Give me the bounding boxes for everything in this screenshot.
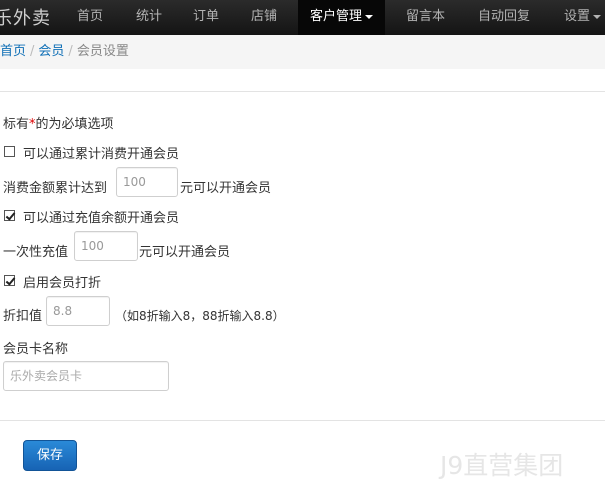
recharge-threshold-input[interactable] [74, 231, 138, 261]
discount-option-checkbox[interactable] [4, 275, 15, 286]
spend-threshold-suffix: 元可以开通会员 [180, 181, 272, 196]
content-top-strip [0, 69, 605, 91]
nav-store[interactable]: 店铺 [251, 0, 277, 35]
spend-threshold-prefix: 消费金额累计达到 [3, 181, 108, 196]
discount-option-label[interactable]: 启用会员打折 [23, 272, 101, 291]
spend-threshold-input[interactable] [116, 167, 178, 197]
card-name-input[interactable] [3, 361, 169, 391]
breadcrumb-current: 会员设置 [76, 44, 129, 59]
spend-option-label[interactable]: 可以通过累计消费开通会员 [23, 143, 179, 162]
breadcrumb: 首页 / 会员 / 会员设置 [0, 35, 605, 69]
nav-orders[interactable]: 订单 [193, 0, 219, 35]
nav-settings[interactable]: 设置 [564, 0, 602, 35]
nav-customer-management-label: 客户管理 [310, 9, 363, 24]
recharge-option-label[interactable]: 可以通过充值余额开通会员 [23, 207, 179, 226]
required-note: 标有*的为必填选项 [3, 113, 114, 132]
divider [0, 420, 605, 421]
save-button[interactable]: 保存 [23, 440, 77, 471]
recharge-threshold-prefix: 一次性充值 [3, 245, 69, 260]
nav-guestbook[interactable]: 留言本 [406, 0, 445, 35]
breadcrumb-separator: / [68, 44, 73, 59]
nav-auto-reply[interactable]: 自动回复 [478, 0, 530, 35]
nav-customer-management[interactable]: 客户管理 [298, 0, 386, 35]
nav-home[interactable]: 首页 [77, 0, 103, 35]
recharge-threshold-suffix: 元可以开通会员 [139, 245, 231, 260]
recharge-option-checkbox[interactable] [4, 210, 15, 221]
breadcrumb-home[interactable]: 首页 [0, 44, 26, 59]
top-navbar: 乐外卖 首页 统计 订单 店铺 客户管理 留言本 自动回复 设置 [0, 0, 605, 36]
watermark: J9直营集团 [440, 451, 564, 480]
chevron-down-icon [593, 14, 602, 19]
breadcrumb-separator: / [30, 44, 35, 59]
spend-option-checkbox[interactable] [4, 146, 15, 157]
divider [0, 91, 605, 92]
discount-value-input[interactable] [46, 296, 110, 326]
required-note-suffix: 的为必填选项 [35, 117, 114, 132]
discount-hint: （如8折输入8，88折输入8.8） [115, 309, 285, 323]
nav-settings-label: 设置 [564, 9, 591, 24]
brand-logo[interactable]: 乐外卖 [0, 4, 51, 30]
breadcrumb-members[interactable]: 会员 [38, 44, 64, 59]
required-note-prefix: 标有 [3, 117, 30, 132]
chevron-down-icon [365, 14, 374, 19]
nav-stats[interactable]: 统计 [136, 0, 162, 35]
card-name-label: 会员卡名称 [3, 342, 69, 357]
discount-value-prefix: 折扣值 [3, 309, 43, 324]
